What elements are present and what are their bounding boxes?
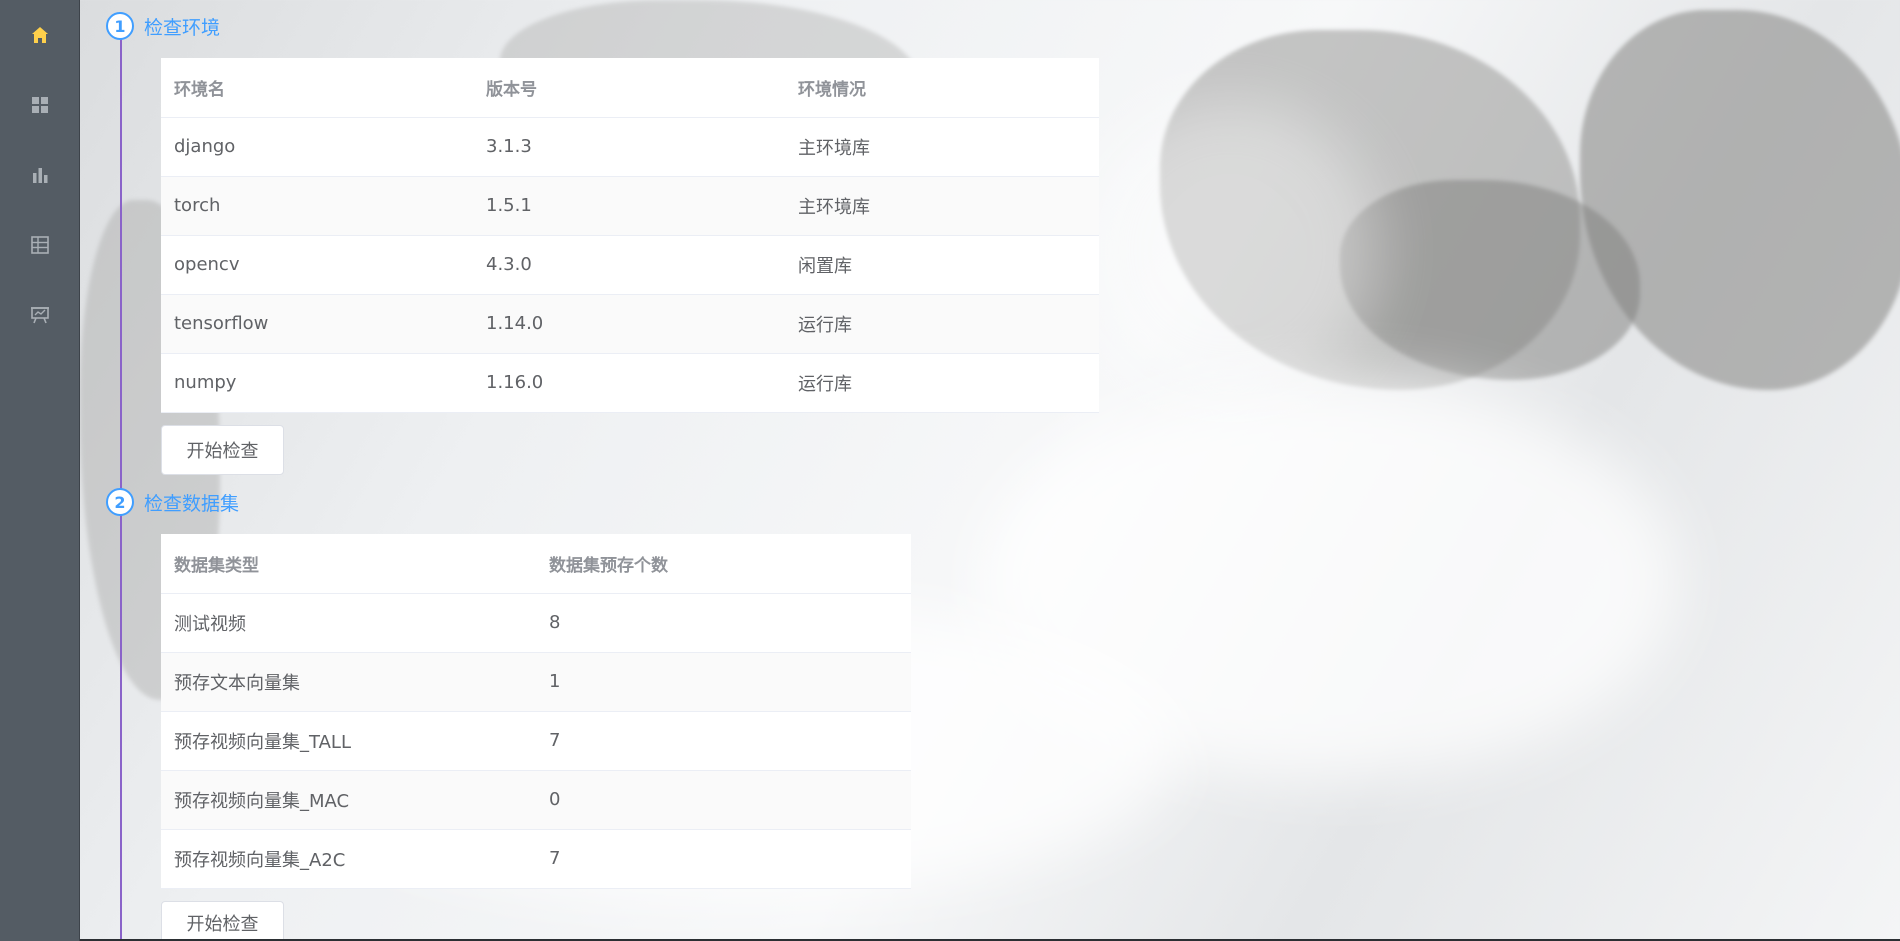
table-cell: 1.5.1 <box>473 176 785 236</box>
sidebar-item-grid[interactable] <box>0 77 80 133</box>
table-cell: 1 <box>536 652 911 712</box>
table-header-row: 数据集类型 数据集预存个数 <box>161 534 911 594</box>
table-cell: 3.1.3 <box>473 117 785 177</box>
step-1-header: 1 检查环境 <box>106 12 220 40</box>
table-cell: 运行库 <box>785 294 1099 354</box>
table-cell: 7 <box>536 711 911 771</box>
table-row: numpy 1.16.0 运行库 <box>161 353 1099 413</box>
timeline-line <box>120 27 122 941</box>
table-cell: numpy <box>161 353 473 413</box>
table-cell: tensorflow <box>161 294 473 354</box>
table-row: 测试视频 8 <box>161 593 911 653</box>
column-header: 数据集类型 <box>161 534 536 594</box>
dataset-table: 数据集类型 数据集预存个数 测试视频 8 预存文本向量集 1 预存视频向量集_T… <box>161 534 911 889</box>
table-cell: 主环境库 <box>785 117 1099 177</box>
column-header: 环境情况 <box>785 58 1099 118</box>
table-cell: 0 <box>536 770 911 830</box>
column-header: 版本号 <box>473 58 785 118</box>
grid-icon <box>32 97 48 113</box>
table-cell: opencv <box>161 235 473 295</box>
step-number: 2 <box>106 488 134 516</box>
table-cell: 8 <box>536 593 911 653</box>
table-cell: 主环境库 <box>785 176 1099 236</box>
table-cell: 预存视频向量集_MAC <box>161 770 536 830</box>
start-check-button[interactable]: 开始检查 <box>161 425 284 475</box>
table-row: torch 1.5.1 主环境库 <box>161 176 1099 236</box>
table-cell: 预存视频向量集_TALL <box>161 711 536 771</box>
table-header-row: 环境名 版本号 环境情况 <box>161 58 1099 118</box>
table-cell: 测试视频 <box>161 593 536 653</box>
step-title: 检查数据集 <box>144 492 240 515</box>
table-cell: 闲置库 <box>785 235 1099 295</box>
step-title: 检查环境 <box>144 16 221 39</box>
column-header: 环境名 <box>161 58 473 118</box>
table-cell: 1.14.0 <box>473 294 785 354</box>
table-cell: 4.3.0 <box>473 235 785 295</box>
table-row: 预存文本向量集 1 <box>161 652 911 712</box>
sidebar <box>0 0 80 941</box>
start-check-button[interactable]: 开始检查 <box>161 901 284 941</box>
table-icon <box>31 236 49 254</box>
sidebar-item-presentation[interactable] <box>0 287 80 343</box>
home-icon <box>32 27 48 43</box>
table-cell: 预存文本向量集 <box>161 652 536 712</box>
sidebar-item-chart[interactable] <box>0 147 80 203</box>
step-2-header: 2 检查数据集 <box>106 488 239 516</box>
sidebar-item-table[interactable] <box>0 217 80 273</box>
table-row: tensorflow 1.14.0 运行库 <box>161 294 1099 354</box>
table-row: 预存视频向量集_MAC 0 <box>161 770 911 830</box>
table-row: 预存视频向量集_A2C 7 <box>161 829 911 889</box>
table-cell: 运行库 <box>785 353 1099 413</box>
step-number: 1 <box>106 12 134 40</box>
bar-chart-icon <box>33 168 48 183</box>
table-cell: 预存视频向量集_A2C <box>161 829 536 889</box>
column-header: 数据集预存个数 <box>536 534 911 594</box>
table-cell: 1.16.0 <box>473 353 785 413</box>
table-row: 预存视频向量集_TALL 7 <box>161 711 911 771</box>
table-cell: 7 <box>536 829 911 889</box>
environment-table: 环境名 版本号 环境情况 django 3.1.3 主环境库 torch 1.5… <box>161 58 1099 413</box>
table-cell: django <box>161 117 473 177</box>
table-row: django 3.1.3 主环境库 <box>161 117 1099 177</box>
presentation-icon <box>31 307 49 324</box>
sidebar-item-home[interactable] <box>0 7 80 63</box>
table-row: opencv 4.3.0 闲置库 <box>161 235 1099 295</box>
table-cell: torch <box>161 176 473 236</box>
